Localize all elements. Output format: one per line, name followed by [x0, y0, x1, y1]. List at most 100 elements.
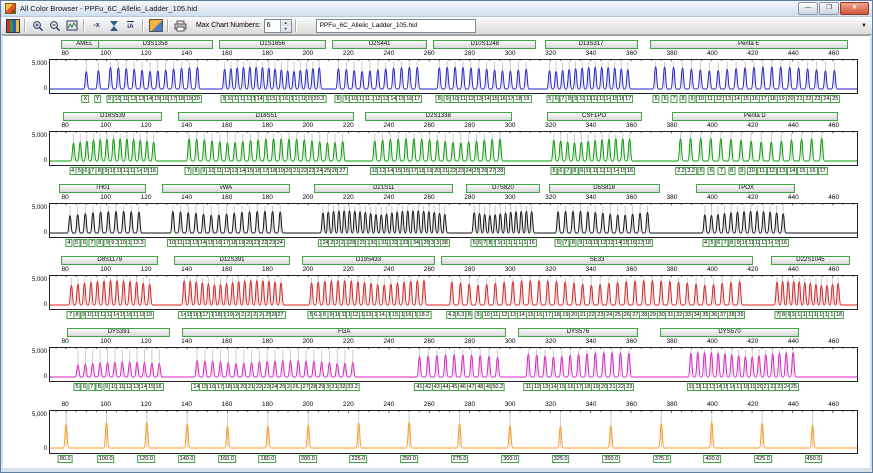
marker-header-d18s51: D18S51: [178, 112, 355, 121]
axis-tick-strip: 80 100 120 140 160 180 200 220 240 260 280 300 320 34…: [49, 265, 858, 275]
axis-tick-label: 100: [100, 194, 112, 201]
minimize-button[interactable]: —: [798, 2, 818, 15]
trace-panel-green[interactable]: 5,000 0: [32, 131, 858, 166]
file-tab[interactable]: PPFu_6C_Allelic_Ladder_105.hid: [315, 18, 476, 33]
axis-tick-label: 300: [504, 50, 516, 57]
allele-label: 8: [569, 239, 577, 247]
close-button[interactable]: ✕: [840, 2, 869, 15]
axis-tick-label: 140: [181, 194, 192, 201]
axis-tick-label: 140: [181, 401, 192, 408]
axis-tick-label: 400: [706, 266, 718, 273]
marker-header-d10s1248: D10S1248: [433, 40, 537, 49]
allele-label-strip: 4 5 6 7 8 9 10 11 12 13 14 15 16 7 8 9 10 11 12 13 14 15 16 17 1…: [49, 166, 858, 178]
axis-tick-label: 460: [828, 194, 840, 201]
axis-tick-label: 360: [626, 50, 637, 57]
axis-tick-label: 100: [100, 50, 112, 57]
channel-row-magenta: DYS391 FGA DYS576 DYS570 80 100 120 140 160 180 20…: [32, 328, 858, 394]
toolbar-overflow-button[interactable]: ▼: [861, 23, 867, 29]
allele-label: 8: [95, 383, 103, 391]
allele-label: 8: [435, 95, 443, 103]
allele-label: 400.0: [703, 455, 722, 463]
allele-label: 8: [96, 239, 104, 247]
marker-header-dys391: DYS391: [67, 328, 171, 337]
chart-zoom-button[interactable]: [64, 19, 79, 33]
allele-label: 13: [777, 167, 788, 175]
axis-tick-label: 280: [464, 50, 476, 57]
axis-tick-label: 380: [666, 194, 678, 201]
auto-label-button[interactable]: iA: [123, 19, 138, 33]
zoom-in-button[interactable]: [30, 19, 45, 33]
axis-tick-label: 300: [504, 401, 516, 408]
allele-label: 17: [623, 95, 634, 103]
axis-tick-label: 220: [342, 266, 354, 273]
allele-label: 9: [738, 167, 746, 175]
allele-label: 16: [778, 239, 789, 247]
axis-tick-label: 340: [585, 194, 597, 201]
allele-label: 14: [787, 167, 798, 175]
axis-tick-label: 120: [140, 50, 152, 57]
axis-tick-strip: 80 100 120 140 160 180 200 220 240 260 280 300 320 34…: [49, 400, 858, 410]
axis-tick-strip: 80 100 120 140 160 180 200 220 240 260 280 300 320 34…: [49, 193, 858, 203]
marker-header-strip: TH01 vWA D21S11 D7S820 D5S818 TPOX: [49, 184, 858, 193]
axis-tick-label: 460: [828, 338, 840, 345]
capture-icon: [148, 19, 163, 32]
toolbar-separator: [83, 19, 85, 32]
marker-header-strip: AMEL D3S1358 D1S1656 D2S441 D10S1248 D13S317 P…: [49, 40, 858, 49]
axis-tick-label: 220: [342, 338, 354, 345]
axis-tick-label: 340: [585, 122, 597, 129]
window-title: All Color Browser - PPFu_6C_Allelic_Ladd…: [20, 4, 198, 13]
allele-label: 19: [143, 311, 154, 319]
allele-label: 375.0: [652, 455, 671, 463]
allele-label: 160.0: [218, 455, 236, 463]
dye-trace: [50, 353, 857, 377]
axis-tick-label: 260: [423, 194, 435, 201]
axis-tick-label: 400: [706, 122, 718, 129]
channel-row-red: D8S1179 D12S391 D19S433 SE33 D22S1045 80 100 12…: [32, 256, 858, 322]
axis-tick-label: 200: [302, 266, 314, 273]
axis-tick-label: 320: [545, 401, 557, 408]
allele-label: 20.3: [311, 95, 327, 103]
max-chart-numbers-spinner[interactable]: 6 ▲ ▼: [263, 18, 292, 33]
zoom-out-button[interactable]: [47, 19, 62, 33]
trace-panel-red[interactable]: 5,000 0: [32, 275, 858, 310]
trace-panel-black[interactable]: 5,000 0: [32, 203, 858, 238]
print-button[interactable]: [173, 19, 188, 33]
spinner-down-button[interactable]: ▼: [280, 25, 291, 32]
trace-panel-blue[interactable]: 5,000 0: [32, 59, 858, 94]
marker-header-vwa: vWA: [162, 184, 290, 193]
allele-label: 25: [830, 95, 841, 103]
axis-tick-label: 260: [423, 401, 435, 408]
axis-tick-label: 420: [747, 266, 759, 273]
print-icon: [174, 20, 187, 31]
trace-plot-magenta: [50, 348, 857, 381]
capture-button[interactable]: [148, 19, 163, 33]
allele-label: 27: [275, 311, 286, 319]
allele-label: 18: [833, 311, 845, 319]
marker-header-d19s433: D19S433: [301, 256, 436, 265]
remove-x-axis-icon: -x: [93, 21, 100, 29]
axis-tick-label: 460: [828, 50, 840, 57]
full-scale-button[interactable]: [106, 19, 121, 33]
axis-tick-label: 280: [464, 266, 476, 273]
allele-label: 325.0: [551, 455, 570, 463]
axis-tick-label: 120: [140, 122, 152, 129]
axis-tick-label: 340: [585, 266, 597, 273]
marker-header-penta-e: Penta E: [649, 40, 848, 49]
title-bar[interactable]: All Color Browser - PPFu_6C_Allelic_Ladd…: [1, 1, 872, 17]
color-browser-button[interactable]: [5, 18, 20, 33]
marker-header-d2s441: D2S441: [332, 40, 428, 49]
axis-tick-label: 300: [504, 266, 516, 273]
axis-tick-label: 440: [787, 338, 799, 345]
dye-trace: [50, 423, 857, 448]
remove-x-axis-button[interactable]: -x: [89, 19, 104, 33]
marker-header-penta-d: Penta D: [671, 112, 838, 121]
maximize-button[interactable]: ❐: [819, 2, 839, 15]
axis-tick-label: 80: [61, 338, 69, 345]
trace-panel-orange-ils[interactable]: 5,000 0: [32, 410, 858, 454]
channel-row-black: TH01 vWA D21S11 D7S820 D5S818 TPOX 80 100 120 140…: [32, 184, 858, 250]
allele-label: 7: [184, 167, 192, 175]
axis-tick-label: 120: [140, 338, 152, 345]
allele-label: 5: [697, 167, 705, 175]
trace-panel-magenta[interactable]: 5,000 0: [32, 347, 858, 382]
axis-tick-label: 380: [666, 401, 678, 408]
